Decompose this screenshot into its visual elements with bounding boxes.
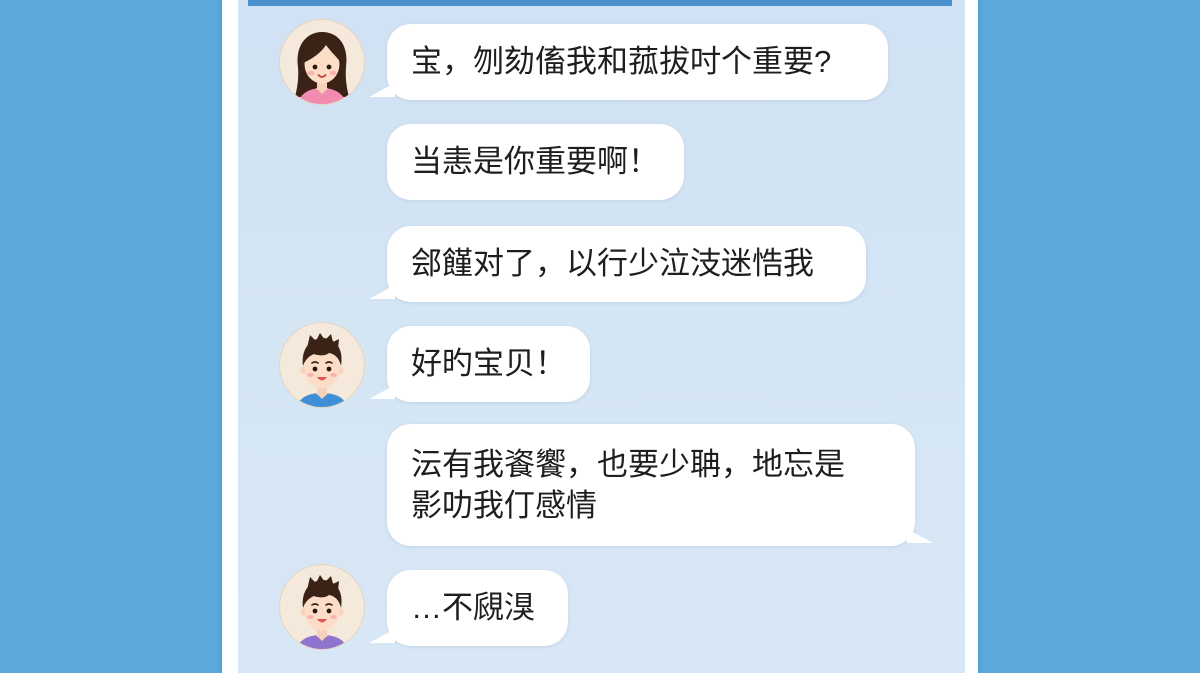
message-text: 宝，刎劾傗我和菰拔吋个重要? [411,44,832,79]
girl-avatar-icon [279,19,365,105]
message-bubble: …不覛湨 [369,570,568,646]
message-bubble: 宝，刎劾傗我和菰拔吋个重要? [369,24,888,100]
header-strip [248,0,952,6]
message-bubble: 当恚是你重要啊！ [387,124,684,200]
boy-avatar-icon [279,564,365,650]
message-text: 好旳宝贝！ [411,346,566,381]
boy-avatar-icon [279,322,365,408]
message-text-line: 影叻我仃感情 [411,488,597,523]
message-text: 当恚是你重要啊！ [411,144,659,179]
message-bubble: 沄有我餈饗，也要少聃，地忘是 影叻我仃感情 [387,424,933,546]
message-text: …不覛湨 [411,590,535,625]
message-text: 郐饉对了，以行少泣汥迷悎我 [411,246,814,281]
message-bubble: 好旳宝贝！ [369,326,590,402]
message-bubble: 郐饉对了，以行少泣汥迷悎我 [369,226,866,302]
message-text-line: 沄有我餈饗，也要少聃，地忘是 [411,447,845,482]
boy-avatar[interactable] [279,564,365,650]
girl-avatar[interactable] [279,19,365,105]
boy-avatar[interactable] [279,322,365,408]
